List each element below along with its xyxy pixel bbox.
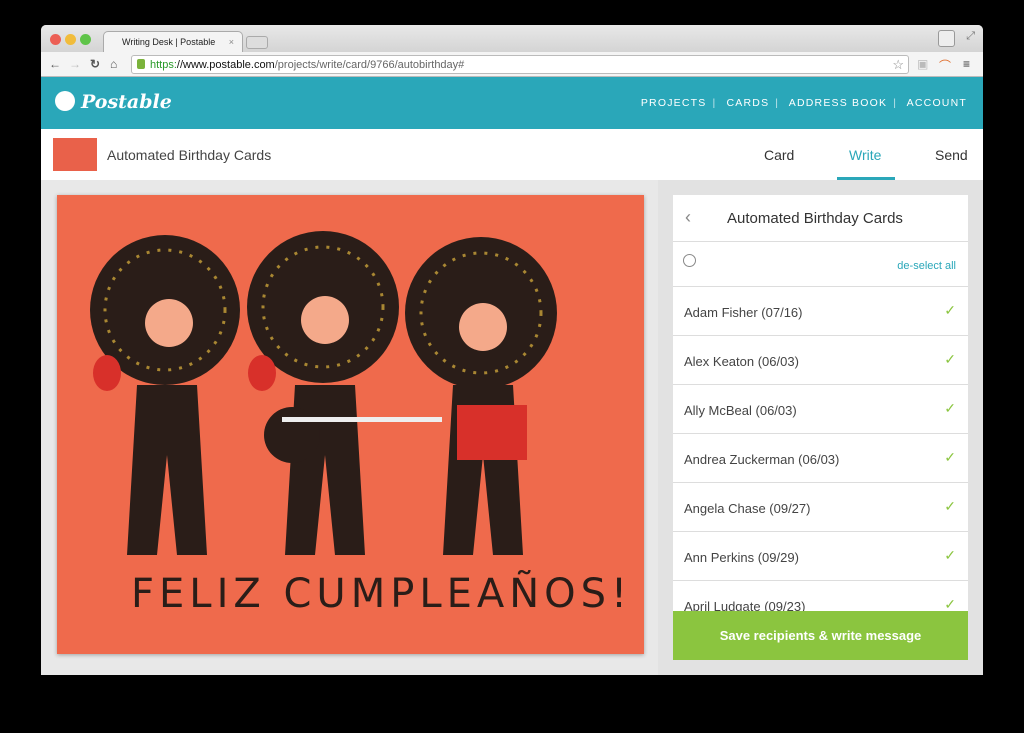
checkmark-icon[interactable]: ✓ xyxy=(944,596,956,611)
minimize-window-button[interactable] xyxy=(65,34,76,45)
back-chevron-icon[interactable]: ‹ xyxy=(685,207,691,228)
close-window-button[interactable] xyxy=(50,34,61,45)
extension-rainbow-icon[interactable]: ⌒ xyxy=(939,57,951,74)
nav-divider: | xyxy=(712,97,717,109)
checkmark-icon[interactable]: ✓ xyxy=(944,351,956,368)
recipient-name: Adam Fisher (07/16) xyxy=(684,305,803,320)
home-icon[interactable]: ⌂ xyxy=(110,57,117,71)
recipient-name: April Ludgate (09/23) xyxy=(684,599,806,611)
tab-bar: Writing Desk | Postable × ⤢ xyxy=(41,25,983,53)
site-header: Postable PROJECTS | CARDS | ADDRESS BOOK | … xyxy=(41,77,983,129)
recipient-row[interactable]: April Ludgate (09/23) ✓ xyxy=(673,581,968,611)
url-scheme: https: xyxy=(150,59,177,71)
logo-text: Postable xyxy=(81,91,172,113)
profile-icon[interactable] xyxy=(938,30,955,47)
nav-address-book[interactable]: ADDRESS BOOK xyxy=(789,97,887,109)
zoom-window-button[interactable] xyxy=(80,34,91,45)
extension-icon[interactable]: ▣ xyxy=(917,57,928,71)
url-path: /projects/write/card/9766/autobirthday# xyxy=(274,59,465,71)
browser-tab[interactable]: Writing Desk | Postable × xyxy=(103,31,243,53)
new-tab-button[interactable] xyxy=(246,36,268,49)
tab-title: Writing Desk | Postable xyxy=(122,37,216,47)
bookmark-star-icon[interactable]: ☆ xyxy=(892,57,904,73)
step-send[interactable]: Send xyxy=(935,147,968,163)
close-tab-icon[interactable]: × xyxy=(229,37,234,47)
checkmark-icon[interactable]: ✓ xyxy=(944,302,956,319)
recipient-row[interactable]: Ally McBeal (06/03) ✓ xyxy=(673,385,968,434)
search-row: de-select all xyxy=(673,242,968,287)
recipient-row[interactable]: Alex Keaton (06/03) ✓ xyxy=(673,336,968,385)
panel-title: Automated Birthday Cards xyxy=(727,210,903,227)
postable-logo[interactable]: Postable xyxy=(55,91,172,113)
recipient-name: Alex Keaton (06/03) xyxy=(684,354,799,369)
panel-header: ‹ Automated Birthday Cards xyxy=(673,195,968,242)
nav-account[interactable]: ACCOUNT xyxy=(907,97,967,109)
step-card[interactable]: Card xyxy=(764,147,794,163)
checkmark-icon[interactable]: ✓ xyxy=(944,547,956,564)
search-icon[interactable] xyxy=(683,254,696,267)
nav-divider: | xyxy=(775,97,780,109)
address-bar[interactable]: https://www.postable.com/projects/write/… xyxy=(131,55,909,74)
recipient-name: Ally McBeal (06/03) xyxy=(684,403,797,418)
recipients-panel: ‹ Automated Birthday Cards de-select all … xyxy=(673,195,968,611)
recipient-row[interactable]: Angela Chase (09/27) ✓ xyxy=(673,483,968,532)
nav-projects[interactable]: PROJECTS xyxy=(641,97,707,109)
mailbox-logo-icon xyxy=(55,91,75,111)
forward-icon[interactable]: → xyxy=(69,57,81,71)
menu-icon[interactable]: ≡ xyxy=(963,57,970,71)
url-domain: //www.postable.com xyxy=(176,59,275,71)
recipient-name: Ann Perkins (09/29) xyxy=(684,550,799,565)
nav-divider: | xyxy=(893,97,898,109)
project-title: Automated Birthday Cards xyxy=(107,147,272,163)
lock-icon xyxy=(137,59,145,69)
checkmark-icon[interactable]: ✓ xyxy=(944,498,956,515)
nav-cards[interactable]: CARDS xyxy=(727,97,770,109)
project-header: Automated Birthday Cards Card Write Send xyxy=(41,129,983,180)
reload-icon[interactable]: ↻ xyxy=(90,57,100,71)
checkmark-icon[interactable]: ✓ xyxy=(944,449,956,466)
save-recipients-button[interactable]: Save recipients & write message xyxy=(673,611,968,660)
card-greeting: FELIZ CUMPLEAÑOS! xyxy=(131,571,633,617)
card-image: FELIZ CUMPLEAÑOS! xyxy=(57,195,644,654)
checkmark-icon[interactable]: ✓ xyxy=(944,400,956,417)
step-write[interactable]: Write xyxy=(849,147,881,163)
main-nav: PROJECTS | CARDS | ADDRESS BOOK | ACCOUNT xyxy=(641,97,967,109)
back-icon[interactable]: ← xyxy=(49,57,61,71)
recipient-row[interactable]: Adam Fisher (07/16) ✓ xyxy=(673,287,968,336)
recipient-name: Angela Chase (09/27) xyxy=(684,501,811,516)
fullscreen-icon[interactable]: ⤢ xyxy=(966,30,975,43)
deselect-all-link[interactable]: de-select all xyxy=(897,260,956,272)
browser-toolbar: ← → ↻ ⌂ https://www.postable.com/project… xyxy=(41,52,983,77)
recipient-row[interactable]: Ann Perkins (09/29) ✓ xyxy=(673,532,968,581)
recipient-row[interactable]: Andrea Zuckerman (06/03) ✓ xyxy=(673,434,968,483)
browser-window: Writing Desk | Postable × ⤢ ← → ↻ ⌂ https… xyxy=(41,25,983,675)
recipient-name: Andrea Zuckerman (06/03) xyxy=(684,452,840,467)
card-thumbnail xyxy=(53,138,97,171)
